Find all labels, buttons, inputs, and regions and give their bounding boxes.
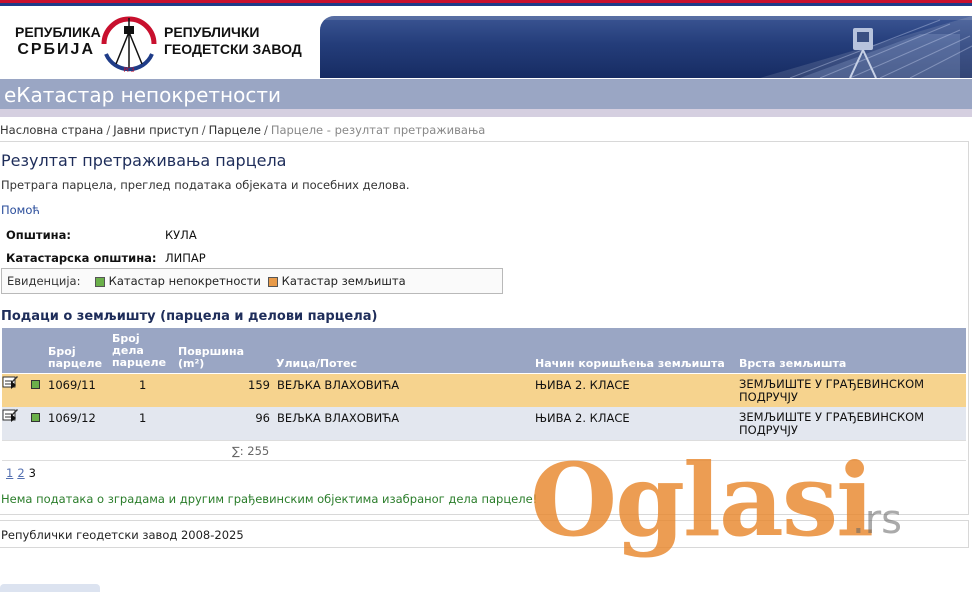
breadcrumb-separator: / [263,123,268,137]
legend-item-real-estate-label: Катастар непокретности [108,274,261,288]
app-title: еКатастар непокретности [4,83,282,107]
cadastral-municipality-value: ЛИПАР [165,251,206,265]
cell-area: 159 [248,378,270,392]
cell-land-type: ЗЕМЉИШТЕ У ГРАЂЕВИНСКОМ ПОДРУЧЈУ [739,411,924,437]
header-land-type[interactable]: Врста земљишта [739,358,846,370]
cell-parcel-number: 1069/12 [48,411,96,425]
rgz-logo-line2: ГЕОДЕТСКИ ЗАВОД [164,41,302,57]
breadcrumb-current: Парцеле - резултат претраживања [270,123,486,137]
cell-land-usage: ЊИВА 2. КЛАСЕ [535,378,630,392]
cell-land-type-line2: ПОДРУЧЈУ [739,390,798,404]
cell-land-type-line2: ПОДРУЧЈУ [739,423,798,437]
cell-land-usage: ЊИВА 2. КЛАСЕ [535,411,630,425]
municipality-label: Општина: [6,228,71,242]
cell-street: ВЕЉКА ВЛАХОВИЋА [277,378,400,392]
land-data-section-title: Подаци о земљишту (парцела и делови парц… [1,309,378,324]
emblem-caption: РГЗ [123,67,134,74]
green-square-icon [31,413,40,422]
title-bar-underline [0,109,972,117]
page-link-2[interactable]: 2 [17,466,24,480]
legend-label: Евиденција: [7,274,81,288]
header-part-number-line3: парцеле [112,356,167,369]
cell-street: ВЕЉКА ВЛАХОВИЋА [277,411,400,425]
green-square-icon [95,276,105,287]
breadcrumb-home[interactable]: Насловна страна [0,123,103,137]
page-description: Претрага парцела, преглед података објек… [1,178,410,192]
legend-item-real-estate: Катастар непокретности [95,274,261,288]
help-link[interactable]: Помоћ [1,203,40,217]
green-square-icon [31,380,40,389]
breadcrumb: Насловна страна / Јавни приступ / Парцеле / Па… [0,123,485,137]
header-part-number[interactable]: Број дела парцеле [112,333,166,369]
breadcrumb-parcels[interactable]: Парцеле [209,123,261,137]
expand-arrow-icon[interactable] [11,381,16,389]
header-area-line2: (m²) [178,357,205,370]
cell-area: 96 [255,411,270,425]
footer-copyright: Републички геодетски завод 2008-2025 [1,528,244,542]
table-row[interactable]: 1069/12 1 96 ВЕЉКА ВЛАХОВИЋА ЊИВА 2. КЛА… [2,407,966,440]
republic-logo-line2: СРБИЈА [17,41,95,58]
header-banner-image [320,16,972,78]
header-parcel-number[interactable]: Број парцеле [48,346,102,370]
breadcrumb-separator: / [106,123,111,137]
table-row[interactable]: 1069/11 1 159 ВЕЉКА ВЛАХОВИЋА ЊИВА 2. КЛ… [2,374,966,407]
cell-part-number: 1 [139,411,147,425]
expand-arrow-icon[interactable] [11,414,16,422]
header-street[interactable]: Улица/Потес [276,358,357,370]
orange-square-icon [268,276,278,287]
page-link-1[interactable]: 1 [6,466,13,480]
area-sum-row: ∑: 255 [2,440,966,461]
rgz-logo-line1: РЕПУБЛИЧКИ [164,24,260,40]
page-current: 3 [28,466,36,480]
municipality-value: КУЛА [165,228,197,242]
bottom-tab[interactable] [0,584,100,592]
cell-land-type-line1: ЗЕМЉИШТЕ У ГРАЂЕВИНСКОМ [739,377,925,391]
cell-land-type: ЗЕМЉИШТЕ У ГРАЂЕВИНСКОМ ПОДРУЧЈУ [739,378,924,404]
header-area[interactable]: Површина (m²) [178,346,244,370]
breadcrumb-separator: / [201,123,206,137]
footer: Републички геодетски завод 2008-2025 [0,520,969,548]
republic-logo-text: РЕПУБЛИКА СРБИЈА [15,24,101,58]
table-header: Број парцеле Број дела парцеле Површина (m²)… [2,328,966,373]
no-buildings-message: Нема података о зградама и другим грађев… [1,492,538,506]
republic-logo-line1: РЕПУБЛИКА [15,24,101,40]
cell-part-number: 1 [139,378,147,392]
rgz-emblem-icon: РГЗ [101,16,157,74]
page-title: Резултат претраживања парцела [1,151,287,170]
header: РЕПУБЛИКА СРБИЈА РГЗ РЕПУБЛИЧКИ ГЕОДЕТСК… [0,6,972,78]
cell-parcel-number: 1069/11 [48,378,96,392]
legend-item-land: Катастар земљишта [268,274,406,288]
area-sum: ∑: 255 [232,444,270,458]
breadcrumb-public-access[interactable]: Јавни приступ [113,123,199,137]
cell-land-type-line1: ЗЕМЉИШТЕ У ГРАЂЕВИНСКОМ [739,410,925,424]
records-legend: Евиденција: Катастар непокретности Катас… [1,268,503,294]
header-parcel-number-line2: парцеле [48,357,103,370]
legend-item-land-label: Катастар земљишта [281,274,406,288]
cadastral-municipality-label: Катастарска општина: [6,251,157,265]
surveying-instrument-illustration [320,16,972,78]
header-land-usage[interactable]: Начин коришћења земљишта [535,358,725,370]
app-title-bar: еКатастар непокретности [0,79,972,109]
pagination: 123 [6,466,36,480]
rgz-logo-text: РЕПУБЛИЧКИ ГЕОДЕТСКИ ЗАВОД [164,24,302,58]
